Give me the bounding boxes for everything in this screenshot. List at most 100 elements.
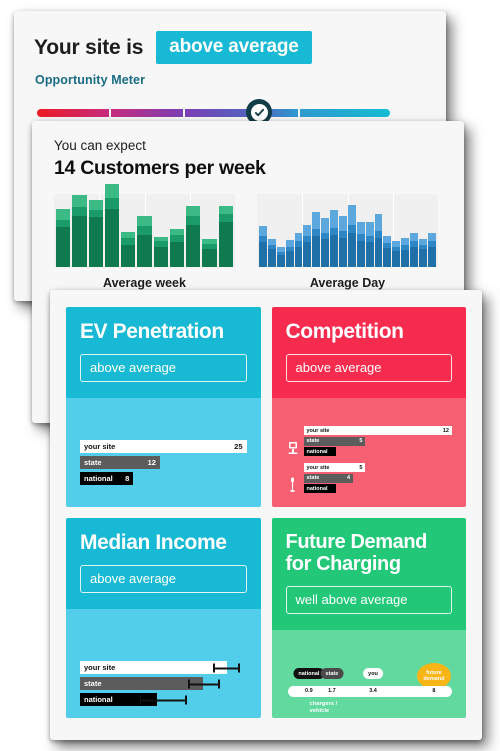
metric-card-ev-penetration[interactable]: EV Penetration above average your site 25 st… xyxy=(66,307,261,507)
chart-bar xyxy=(356,221,365,267)
metric-body: your site 25 state 12 national 8 xyxy=(66,398,261,507)
chart-bar xyxy=(330,210,339,267)
metric-body: national state you future demand 0.9 1.7 3.4 8 ch… xyxy=(271,630,466,718)
chart-plot xyxy=(257,194,438,267)
chart-bar-segment xyxy=(186,224,201,267)
chart-bar xyxy=(104,183,120,267)
opportunity-meter-track xyxy=(37,109,390,117)
metric-bar-state: state 5 xyxy=(303,436,366,446)
charging-post-icon xyxy=(286,475,300,495)
chart-bar-segment xyxy=(356,221,365,235)
chart-bar-segment xyxy=(153,247,168,267)
chart-bar xyxy=(339,215,347,267)
metric-title: Future Demand for Charging xyxy=(285,531,428,575)
metric-bar-your-site: your site xyxy=(80,661,227,675)
future-demand-scale: national state you future demand 0.9 1.7 3.4 8 ch… xyxy=(287,663,452,715)
chart-bar xyxy=(276,247,285,267)
chart-bar-segment xyxy=(56,219,71,227)
future-demand-tick: 3.4 xyxy=(369,688,377,694)
chart-bar-segment xyxy=(312,229,321,237)
metric-body: your site 12 state 5 national your site 5 state… xyxy=(271,398,466,507)
chart-bar-segment xyxy=(202,249,217,267)
chart-bar xyxy=(186,205,201,267)
chart-bar-segment xyxy=(276,255,285,267)
chart-bar-segment xyxy=(72,215,87,267)
chart-bar-segment xyxy=(218,221,233,267)
metric-bar-row: state xyxy=(80,677,247,691)
metric-bar-label: state xyxy=(84,458,102,468)
metric-bar-label: national xyxy=(306,448,328,455)
chart-bar xyxy=(392,240,401,267)
chart-bar-segment xyxy=(365,221,374,237)
chart-bar-segment xyxy=(137,215,152,227)
metric-bar-label: your site xyxy=(84,442,116,452)
chart-bar-segment xyxy=(401,237,410,246)
chart-bar-segment xyxy=(312,236,321,267)
metric-bar-row: state 12 xyxy=(80,456,247,470)
chart-bar-segment xyxy=(427,232,436,242)
page-title: Your site is xyxy=(34,35,144,59)
future-demand-tick: 8 xyxy=(432,688,436,694)
chart-bar-segment xyxy=(218,214,233,222)
chart-bar-segment xyxy=(88,199,103,211)
chart-bar-segment xyxy=(56,226,71,267)
metric-rating-pill: above average xyxy=(80,565,247,594)
metric-header: Median Income above average xyxy=(66,518,261,610)
future-demand-tick: 0.9 xyxy=(305,688,313,694)
metric-bar-label: your site xyxy=(84,663,116,673)
chart-bar-segment xyxy=(137,234,152,267)
chart-bar-segment xyxy=(88,217,103,267)
chart-bar xyxy=(401,237,410,267)
metric-barset: your site state national xyxy=(80,661,247,709)
metric-title: Competition xyxy=(285,320,404,343)
future-demand-axis: 0.9 1.7 3.4 8 xyxy=(287,686,452,697)
metric-rating-pill: well above average xyxy=(285,586,452,614)
future-demand-pill-state: state xyxy=(320,668,344,680)
metric-title: Median Income xyxy=(80,531,227,554)
metric-bar-value: 12 xyxy=(442,427,449,434)
metric-bar-row: national xyxy=(80,693,247,707)
chart-bar-segment xyxy=(410,246,419,267)
charging-station-icon xyxy=(286,438,300,458)
chart-bar-segment xyxy=(312,211,321,230)
metric-bar-row: your site 5 xyxy=(303,463,453,473)
chart-bar-segment xyxy=(121,237,136,246)
chart-bar-segment xyxy=(374,237,383,267)
chart-bar-segment xyxy=(330,234,339,267)
chart-bar-segment xyxy=(347,204,356,226)
metric-bar-label: national xyxy=(84,695,113,705)
chart-bar xyxy=(259,226,267,267)
metric-bar-label: state xyxy=(84,679,102,689)
chart-bar xyxy=(427,232,436,267)
chart-bar-segment xyxy=(294,246,303,267)
metric-card-future-demand[interactable]: Future Demand for Charging well above ave… xyxy=(271,518,466,718)
chart-bar xyxy=(218,205,233,267)
metric-bar-state: state 12 xyxy=(80,456,160,470)
metric-card-competition[interactable]: Competition above average your site 12 state… xyxy=(271,307,466,507)
chart-bar xyxy=(56,209,71,267)
expectation-kicker: You can expect xyxy=(54,138,146,153)
chart-bar xyxy=(267,238,276,267)
chart-bar-segment xyxy=(104,183,120,199)
chart-bar xyxy=(321,218,330,267)
chart-bar xyxy=(72,195,87,267)
metric-rating-pill: above average xyxy=(285,354,452,383)
metric-error-bar xyxy=(213,663,240,673)
chart-bar-segment xyxy=(339,237,347,267)
metric-card-median-income[interactable]: Median Income above average your site state… xyxy=(66,518,261,718)
chart-bar-segment xyxy=(365,242,374,267)
chart-bar-segment xyxy=(347,225,356,234)
chart-bar xyxy=(137,215,152,267)
chart-bar xyxy=(312,211,321,267)
chart-bar-segment xyxy=(137,226,152,235)
chart-bar xyxy=(410,232,419,267)
metric-title: EV Penetration xyxy=(80,320,224,343)
chart-bar-segment xyxy=(169,242,185,267)
chart-bar xyxy=(169,229,185,267)
chart-bar xyxy=(419,238,427,267)
metric-bar-row: national xyxy=(303,447,453,457)
chart-bar xyxy=(303,224,312,267)
chart-bar-segment xyxy=(347,233,356,267)
chart-bar xyxy=(383,236,392,267)
chart-bar-segment xyxy=(392,250,401,267)
